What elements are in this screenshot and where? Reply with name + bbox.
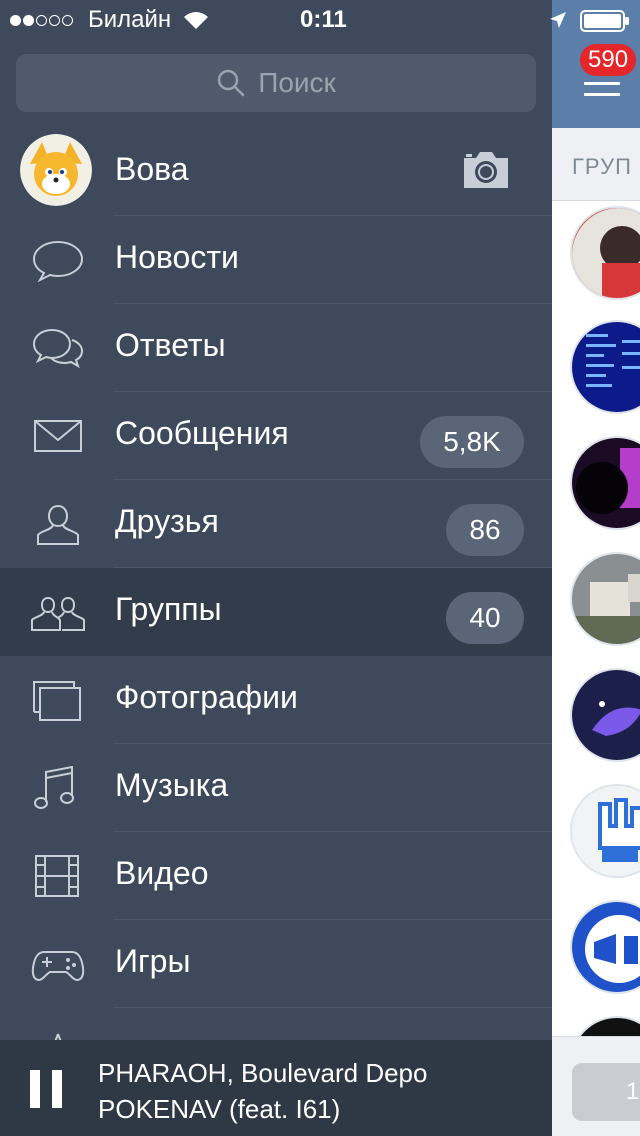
pause-icon[interactable] — [30, 1070, 62, 1108]
menu-item-replies[interactable]: Ответы — [0, 304, 552, 392]
menu-item-label: Сообщения — [115, 415, 289, 451]
messages-count-badge: 5,8K — [420, 416, 524, 468]
carrier-name: Билайн — [88, 6, 172, 33]
photos-icon — [33, 681, 81, 721]
status-bar: Билайн 0:11 — [0, 0, 640, 40]
menu-item-friends[interactable]: Друзья 86 — [0, 480, 552, 568]
notification-badge[interactable]: 590 — [580, 44, 637, 76]
menu-item-label: Новости — [115, 239, 239, 275]
track-artist: PHARAOH, Boulevard Depo — [98, 1058, 428, 1088]
replies-bubbles-icon — [32, 328, 84, 369]
signal-strength-icon — [10, 13, 75, 31]
menu-item-label: Видео — [115, 855, 209, 891]
search-field[interactable]: Поиск — [16, 54, 536, 112]
camera-icon[interactable] — [460, 150, 512, 190]
groups-screen: 590 ГРУП 1 — [552, 0, 640, 1136]
groups-tab-label[interactable]: ГРУП — [572, 154, 632, 180]
menu-item-label: Фотографии — [115, 679, 298, 715]
menu-item-photos[interactable]: Фотографии — [0, 656, 552, 744]
menu-item-news[interactable]: Новости — [0, 216, 552, 304]
avatar[interactable] — [20, 134, 92, 206]
hamburger-menu-icon[interactable] — [584, 82, 620, 96]
group-avatar[interactable] — [570, 552, 640, 646]
search-placeholder: Поиск — [258, 67, 336, 98]
menu-item-music[interactable]: Музыка — [0, 744, 552, 832]
profile-name: Вова — [115, 151, 189, 187]
signal-dot — [49, 15, 60, 26]
menu-item-messages[interactable]: Сообщения 5,8K — [0, 392, 552, 480]
people-icon — [31, 596, 85, 631]
menu-item-video[interactable]: Видео — [0, 832, 552, 920]
group-avatar[interactable] — [570, 436, 640, 530]
gamepad-icon — [31, 951, 85, 982]
menu-item-label: Друзья — [115, 503, 219, 539]
wifi-icon — [184, 12, 208, 29]
menu-item-label: Игры — [115, 943, 191, 979]
group-avatar[interactable] — [570, 206, 640, 300]
friends-count-badge: 86 — [446, 504, 524, 556]
side-menu: Поиск Вова Новости Ответы Сообщения 5,8K… — [0, 0, 552, 1136]
battery-icon — [580, 10, 629, 32]
groups-bottom-bar: 1 — [552, 1036, 640, 1136]
music-note-icon — [34, 766, 74, 809]
group-avatar[interactable] — [570, 320, 640, 414]
menu-item-label: Ответы — [115, 327, 226, 363]
menu-item-label: Группы — [115, 591, 222, 627]
location-arrow-icon — [550, 12, 566, 28]
menu-item-label: Музыка — [115, 767, 229, 803]
envelope-icon — [34, 420, 82, 452]
menu-item-groups[interactable]: Группы 40 — [0, 568, 552, 656]
group-avatar[interactable] — [570, 668, 640, 762]
signal-dot — [36, 15, 47, 26]
clock: 0:11 — [300, 6, 347, 33]
groups-count-badge: 40 — [446, 592, 524, 644]
menu-item-games[interactable]: Игры — [0, 920, 552, 1008]
signal-dot — [10, 15, 21, 26]
film-icon — [35, 855, 79, 897]
group-avatar[interactable] — [570, 900, 640, 994]
group-avatar[interactable] — [570, 784, 640, 878]
bottom-action-button[interactable]: 1 — [572, 1063, 640, 1121]
person-icon — [37, 504, 79, 545]
signal-dot — [62, 15, 73, 26]
search-icon — [217, 69, 245, 97]
groups-tab-bar: ГРУП — [552, 128, 640, 201]
audio-player[interactable]: PHARAOH, Boulevard Depo POKENAV (feat. I… — [0, 1040, 552, 1136]
signal-dot — [23, 15, 34, 26]
track-title: POKENAV (feat. I61) — [98, 1094, 341, 1124]
news-bubble-icon — [32, 240, 84, 282]
